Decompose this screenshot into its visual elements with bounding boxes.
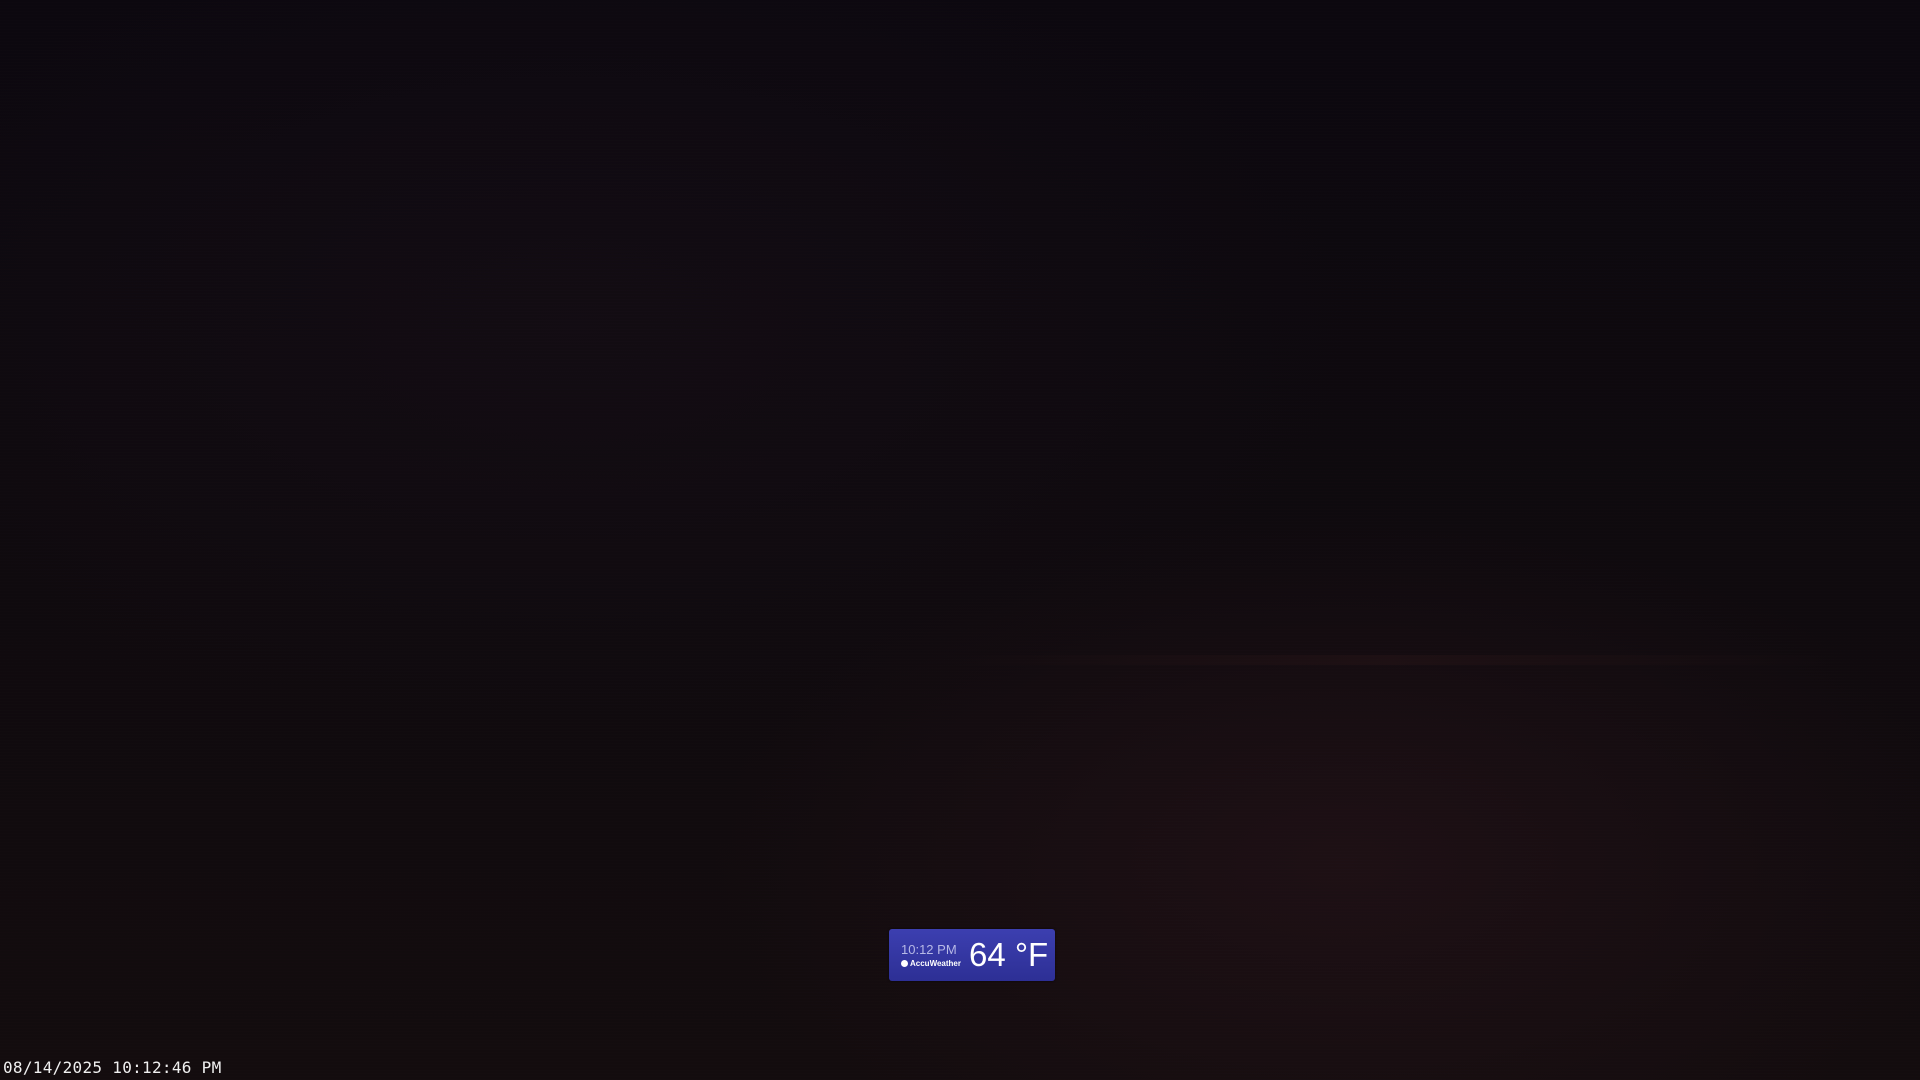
weather-time: 10:12 PM (901, 942, 957, 957)
sensor-noise (0, 0, 1920, 1080)
camera-timestamp: 08/14/2025 10:12:46 PM (3, 1058, 222, 1077)
weather-badge-left: 10:12 PM AccuWeather (901, 942, 961, 968)
weather-brand: AccuWeather (901, 959, 961, 968)
sun-icon (901, 960, 908, 967)
brand-name: AccuWeather (910, 959, 961, 968)
weather-badge: 10:12 PM AccuWeather 64 °F (889, 929, 1055, 981)
faint-horizon (940, 655, 1840, 665)
temperature-reading: 64 °F (968, 936, 1049, 973)
